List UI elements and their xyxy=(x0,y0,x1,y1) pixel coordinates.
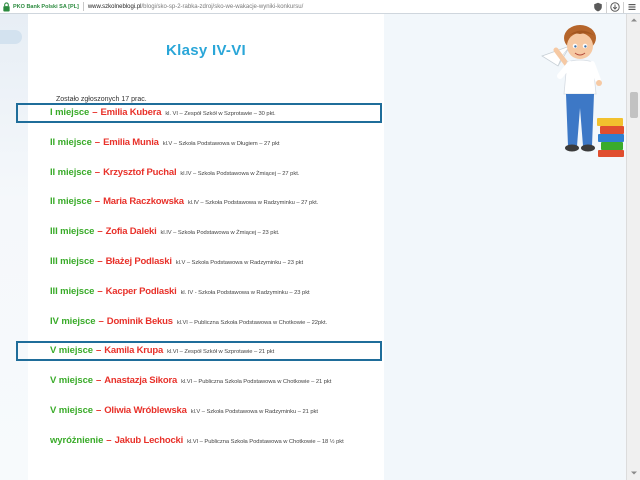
dash-separator: – xyxy=(94,166,101,178)
winner-name: Jakub Lechocki xyxy=(114,434,184,446)
result-details: kl.VI – Publiczna Szkoła Podstawowa w Ch… xyxy=(187,438,344,445)
winner-name: Krzysztof Puchal xyxy=(103,166,177,178)
result-row: III miejsce – Błażej Podlaski kl.V – Szkoła… xyxy=(50,256,303,270)
winner-name: Maria Raczkowska xyxy=(103,196,184,208)
place-label: II miejsce xyxy=(50,136,92,148)
result-row: V miejsce – Oliwia Wróblewska kl.V – Szkoła… xyxy=(50,405,318,419)
place-label: wyróżnienie xyxy=(50,434,104,446)
place-label: IV miejsce xyxy=(50,315,96,327)
scrollbar-thumb[interactable] xyxy=(630,92,638,118)
submission-count: Zostało zgłoszonych 17 prac. xyxy=(56,96,147,103)
dash-separator: – xyxy=(94,196,101,208)
decorative-strip xyxy=(0,30,22,44)
result-row: V miejsce – Anastazja Sikora kl.VI – Public… xyxy=(50,375,331,389)
certificate-label: PKO Bank Polski SA [PL] xyxy=(13,3,79,10)
dash-separator: – xyxy=(98,315,104,327)
dash-separator: – xyxy=(95,375,102,387)
result-details: kl.VI – Publiczna Szkoła Podstawowa w Ch… xyxy=(176,319,328,326)
highlight-box xyxy=(16,103,382,123)
menu-icon[interactable] xyxy=(624,0,640,14)
boy-with-books-illustration xyxy=(541,25,624,157)
place-label: V miejsce xyxy=(50,375,93,387)
result-details: kl.V – Szkoła Podstawowa w Radzyminku – … xyxy=(175,260,304,266)
page-background-left xyxy=(0,14,28,480)
address-divider xyxy=(82,2,84,11)
scrollbar[interactable] xyxy=(626,14,640,480)
winner-name: Emilia Munia xyxy=(103,136,159,148)
dash-separator: – xyxy=(95,405,102,416)
page-title: Klasy IV-VI xyxy=(165,42,246,59)
address-bar[interactable]: PKO Bank Polski SA [PL] www.szkolneblogi… xyxy=(0,0,640,14)
highlight-box xyxy=(16,341,382,362)
place-label: II miejsce xyxy=(50,166,92,178)
result-row: II miejsce – Maria Raczkowska kl.IV – Szkoł… xyxy=(50,196,318,210)
dash-separator: – xyxy=(106,434,112,446)
result-row: IV miejsce – Dominik Bekus kl.VI – Publiczn… xyxy=(50,316,327,330)
winner-name: Błażej Podlaski xyxy=(105,256,172,267)
dash-separator: – xyxy=(97,226,103,238)
download-icon[interactable] xyxy=(607,0,623,14)
lock-icon xyxy=(3,1,10,11)
place-label: III miejsce xyxy=(50,285,95,297)
dash-separator: – xyxy=(97,256,103,267)
result-details: kl. IV - Szkoła Podstawowa w Radzyminku … xyxy=(180,289,310,296)
winner-name: Dominik Bekus xyxy=(106,315,173,327)
result-row: wyróżnienie – Jakub Lechocki kl.VI – Public… xyxy=(50,435,344,449)
result-details: kl.IV – Szkoła Podstawowa w Żmiącej – 27… xyxy=(180,170,300,177)
dash-separator: – xyxy=(97,285,103,297)
place-label: V miejsce xyxy=(50,405,93,416)
url-domain: www.szkolneblogi.pl xyxy=(87,3,142,10)
result-details: kl.V – Szkoła Podstawowa w Radzyminku – … xyxy=(190,409,318,415)
result-row: III miejsce – Zofia Daleki kl.IV – Szkoła P… xyxy=(50,226,280,240)
scroll-up-arrow-icon[interactable] xyxy=(630,16,638,24)
result-details: kl.V – Szkoła Podstawowa w Długiem – 27 … xyxy=(162,140,280,147)
url-path: /blogi/sko-sp-2-rabka-zdroj/sko-we-wakac… xyxy=(141,3,304,10)
place-label: III miejsce xyxy=(50,226,95,238)
result-row: III miejsce – Kacper Podlaski kl. IV - Szko… xyxy=(50,286,310,300)
result-details: kl.IV – Szkoła Podstawowa w Żmiącej – 23… xyxy=(160,230,280,237)
toolbar-icons xyxy=(590,0,640,14)
winner-name: Anastazja Sikora xyxy=(104,375,178,387)
dash-separator: – xyxy=(94,136,101,148)
winner-name: Zofia Daleki xyxy=(105,226,157,238)
result-details: kl.VI – Publiczna Szkoła Podstawowa w Ch… xyxy=(181,379,332,386)
winner-name: Kacper Podlaski xyxy=(105,285,177,297)
place-label: III miejsce xyxy=(50,256,95,267)
shield-icon[interactable] xyxy=(590,0,606,14)
place-label: II miejsce xyxy=(50,196,92,208)
scroll-down-arrow-icon[interactable] xyxy=(630,469,638,477)
result-row: II miejsce – Emilia Munia kl.V – Szkoła Pod… xyxy=(50,137,280,151)
result-details: kl.IV – Szkoła Podstawowa w Radzyminku –… xyxy=(187,200,319,207)
url-text[interactable]: www.szkolneblogi.pl/blogi/sko-sp-2-rabka… xyxy=(88,4,303,10)
winner-name: Oliwia Wróblewska xyxy=(104,405,187,416)
result-row: II miejsce – Krzysztof Puchal kl.IV – Szkoł… xyxy=(50,167,299,181)
